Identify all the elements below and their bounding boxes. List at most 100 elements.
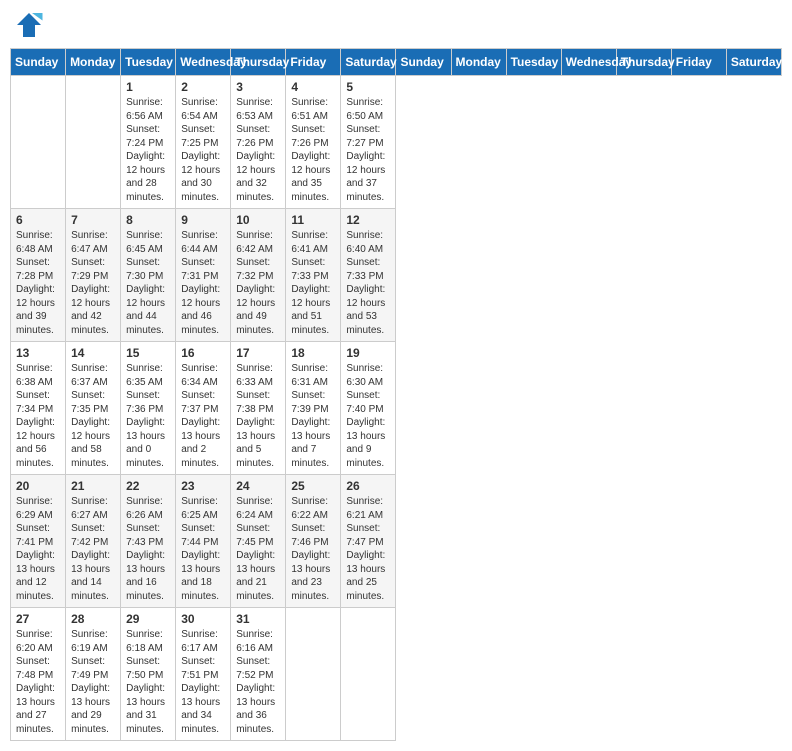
day-info: Sunrise: 6:17 AM Sunset: 7:51 PM Dayligh… bbox=[181, 628, 225, 736]
calendar-cell: 4 Sunrise: 6:51 AM Sunset: 7:26 PM Daylig… bbox=[286, 76, 341, 209]
calendar-cell: 24 Sunrise: 6:24 AM Sunset: 7:45 PM Dayli… bbox=[231, 475, 286, 608]
day-info: Sunrise: 6:31 AM Sunset: 7:39 PM Dayligh… bbox=[291, 362, 335, 470]
day-number: 19 bbox=[346, 346, 390, 360]
day-info: Sunrise: 6:37 AM Sunset: 7:35 PM Dayligh… bbox=[71, 362, 115, 470]
day-number: 29 bbox=[126, 612, 170, 626]
week-row-5: 27 Sunrise: 6:20 AM Sunset: 7:48 PM Dayli… bbox=[11, 608, 782, 741]
calendar-cell: 28 Sunrise: 6:19 AM Sunset: 7:49 PM Dayli… bbox=[66, 608, 121, 741]
day-info: Sunrise: 6:47 AM Sunset: 7:29 PM Dayligh… bbox=[71, 229, 115, 337]
day-header-wednesday: Wednesday bbox=[561, 49, 616, 76]
calendar-cell bbox=[66, 76, 121, 209]
day-info: Sunrise: 6:42 AM Sunset: 7:32 PM Dayligh… bbox=[236, 229, 280, 337]
day-number: 5 bbox=[346, 80, 390, 94]
calendar-cell: 6 Sunrise: 6:48 AM Sunset: 7:28 PM Daylig… bbox=[11, 209, 66, 342]
day-info: Sunrise: 6:50 AM Sunset: 7:27 PM Dayligh… bbox=[346, 96, 390, 204]
calendar-cell: 5 Sunrise: 6:50 AM Sunset: 7:27 PM Daylig… bbox=[341, 76, 396, 209]
calendar-cell: 10Sunrise: 6:42 AM Sunset: 7:32 PM Dayli… bbox=[231, 209, 286, 342]
week-row-4: 20 Sunrise: 6:29 AM Sunset: 7:41 PM Dayli… bbox=[11, 475, 782, 608]
calendar-cell: 18 Sunrise: 6:31 AM Sunset: 7:39 PM Dayli… bbox=[286, 342, 341, 475]
day-info: Sunrise: 6:24 AM Sunset: 7:45 PM Dayligh… bbox=[236, 495, 280, 603]
day-info: Sunrise: 6:20 AM Sunset: 7:48 PM Dayligh… bbox=[16, 628, 60, 736]
calendar-cell: 1Sunrise: 6:56 AM Sunset: 7:24 PM Daylig… bbox=[121, 76, 176, 209]
day-info: Sunrise: 6:48 AM Sunset: 7:28 PM Dayligh… bbox=[16, 229, 60, 337]
day-info: Sunrise: 6:40 AM Sunset: 7:33 PM Dayligh… bbox=[346, 229, 390, 337]
day-number: 7 bbox=[71, 213, 115, 227]
calendar-cell: 9 Sunrise: 6:44 AM Sunset: 7:31 PM Daylig… bbox=[176, 209, 231, 342]
day-number: 28 bbox=[71, 612, 115, 626]
day-info: Sunrise: 6:54 AM Sunset: 7:25 PM Dayligh… bbox=[181, 96, 225, 204]
header-row: SundayMondayTuesdayWednesdayThursdayFrid… bbox=[11, 49, 782, 76]
day-header-saturday: Saturday bbox=[341, 49, 396, 76]
day-number: 22 bbox=[126, 479, 170, 493]
day-number: 26 bbox=[346, 479, 390, 493]
calendar-cell bbox=[341, 608, 396, 741]
day-info: Sunrise: 6:19 AM Sunset: 7:49 PM Dayligh… bbox=[71, 628, 115, 736]
calendar-cell: 3Sunrise: 6:53 AM Sunset: 7:26 PM Daylig… bbox=[231, 76, 286, 209]
calendar-cell: 19 Sunrise: 6:30 AM Sunset: 7:40 PM Dayli… bbox=[341, 342, 396, 475]
day-number: 31 bbox=[236, 612, 280, 626]
day-number: 25 bbox=[291, 479, 335, 493]
calendar-cell: 23Sunrise: 6:25 AM Sunset: 7:44 PM Dayli… bbox=[176, 475, 231, 608]
day-number: 17 bbox=[236, 346, 280, 360]
day-header-tuesday: Tuesday bbox=[121, 49, 176, 76]
day-header-friday: Friday bbox=[671, 49, 726, 76]
day-header-sunday: Sunday bbox=[396, 49, 451, 76]
calendar-cell: 13Sunrise: 6:38 AM Sunset: 7:34 PM Dayli… bbox=[11, 342, 66, 475]
day-info: Sunrise: 6:33 AM Sunset: 7:38 PM Dayligh… bbox=[236, 362, 280, 470]
calendar-cell: 16 Sunrise: 6:34 AM Sunset: 7:37 PM Dayli… bbox=[176, 342, 231, 475]
day-header-monday: Monday bbox=[451, 49, 506, 76]
day-info: Sunrise: 6:21 AM Sunset: 7:47 PM Dayligh… bbox=[346, 495, 390, 603]
calendar-cell: 25 Sunrise: 6:22 AM Sunset: 7:46 PM Dayli… bbox=[286, 475, 341, 608]
day-number: 24 bbox=[236, 479, 280, 493]
day-info: Sunrise: 6:45 AM Sunset: 7:30 PM Dayligh… bbox=[126, 229, 170, 337]
day-info: Sunrise: 6:25 AM Sunset: 7:44 PM Dayligh… bbox=[181, 495, 225, 603]
day-number: 9 bbox=[181, 213, 225, 227]
calendar-table: SundayMondayTuesdayWednesdayThursdayFrid… bbox=[10, 48, 782, 741]
week-row-3: 13Sunrise: 6:38 AM Sunset: 7:34 PM Dayli… bbox=[11, 342, 782, 475]
day-info: Sunrise: 6:51 AM Sunset: 7:26 PM Dayligh… bbox=[291, 96, 335, 204]
day-number: 18 bbox=[291, 346, 335, 360]
day-number: 21 bbox=[71, 479, 115, 493]
calendar-cell: 26 Sunrise: 6:21 AM Sunset: 7:47 PM Dayli… bbox=[341, 475, 396, 608]
calendar-cell: 29Sunrise: 6:18 AM Sunset: 7:50 PM Dayli… bbox=[121, 608, 176, 741]
day-info: Sunrise: 6:22 AM Sunset: 7:46 PM Dayligh… bbox=[291, 495, 335, 603]
calendar-cell: 8Sunrise: 6:45 AM Sunset: 7:30 PM Daylig… bbox=[121, 209, 176, 342]
calendar-cell: 31 Sunrise: 6:16 AM Sunset: 7:52 PM Dayli… bbox=[231, 608, 286, 741]
day-info: Sunrise: 6:41 AM Sunset: 7:33 PM Dayligh… bbox=[291, 229, 335, 337]
day-number: 3 bbox=[236, 80, 280, 94]
calendar-cell bbox=[286, 608, 341, 741]
calendar-cell: 20 Sunrise: 6:29 AM Sunset: 7:41 PM Dayli… bbox=[11, 475, 66, 608]
week-row-2: 6 Sunrise: 6:48 AM Sunset: 7:28 PM Daylig… bbox=[11, 209, 782, 342]
calendar-cell: 12 Sunrise: 6:40 AM Sunset: 7:33 PM Dayli… bbox=[341, 209, 396, 342]
day-info: Sunrise: 6:29 AM Sunset: 7:41 PM Dayligh… bbox=[16, 495, 60, 603]
day-number: 16 bbox=[181, 346, 225, 360]
day-number: 6 bbox=[16, 213, 60, 227]
calendar-cell: 27 Sunrise: 6:20 AM Sunset: 7:48 PM Dayli… bbox=[11, 608, 66, 741]
day-header-monday: Monday bbox=[66, 49, 121, 76]
calendar-cell: 30 Sunrise: 6:17 AM Sunset: 7:51 PM Dayli… bbox=[176, 608, 231, 741]
day-number: 27 bbox=[16, 612, 60, 626]
day-info: Sunrise: 6:30 AM Sunset: 7:40 PM Dayligh… bbox=[346, 362, 390, 470]
day-info: Sunrise: 6:16 AM Sunset: 7:52 PM Dayligh… bbox=[236, 628, 280, 736]
day-header-saturday: Saturday bbox=[726, 49, 781, 76]
day-number: 4 bbox=[291, 80, 335, 94]
day-info: Sunrise: 6:34 AM Sunset: 7:37 PM Dayligh… bbox=[181, 362, 225, 470]
day-number: 12 bbox=[346, 213, 390, 227]
day-header-thursday: Thursday bbox=[231, 49, 286, 76]
logo-icon bbox=[14, 10, 44, 40]
day-number: 30 bbox=[181, 612, 225, 626]
calendar-cell: 11Sunrise: 6:41 AM Sunset: 7:33 PM Dayli… bbox=[286, 209, 341, 342]
day-header-wednesday: Wednesday bbox=[176, 49, 231, 76]
day-info: Sunrise: 6:27 AM Sunset: 7:42 PM Dayligh… bbox=[71, 495, 115, 603]
day-number: 20 bbox=[16, 479, 60, 493]
day-number: 14 bbox=[71, 346, 115, 360]
day-info: Sunrise: 6:35 AM Sunset: 7:36 PM Dayligh… bbox=[126, 362, 170, 470]
week-row-1: 1Sunrise: 6:56 AM Sunset: 7:24 PM Daylig… bbox=[11, 76, 782, 209]
header bbox=[10, 10, 782, 40]
calendar-cell: 2Sunrise: 6:54 AM Sunset: 7:25 PM Daylig… bbox=[176, 76, 231, 209]
calendar-cell: 17 Sunrise: 6:33 AM Sunset: 7:38 PM Dayli… bbox=[231, 342, 286, 475]
day-header-sunday: Sunday bbox=[11, 49, 66, 76]
day-info: Sunrise: 6:56 AM Sunset: 7:24 PM Dayligh… bbox=[126, 96, 170, 204]
day-number: 15 bbox=[126, 346, 170, 360]
day-info: Sunrise: 6:44 AM Sunset: 7:31 PM Dayligh… bbox=[181, 229, 225, 337]
